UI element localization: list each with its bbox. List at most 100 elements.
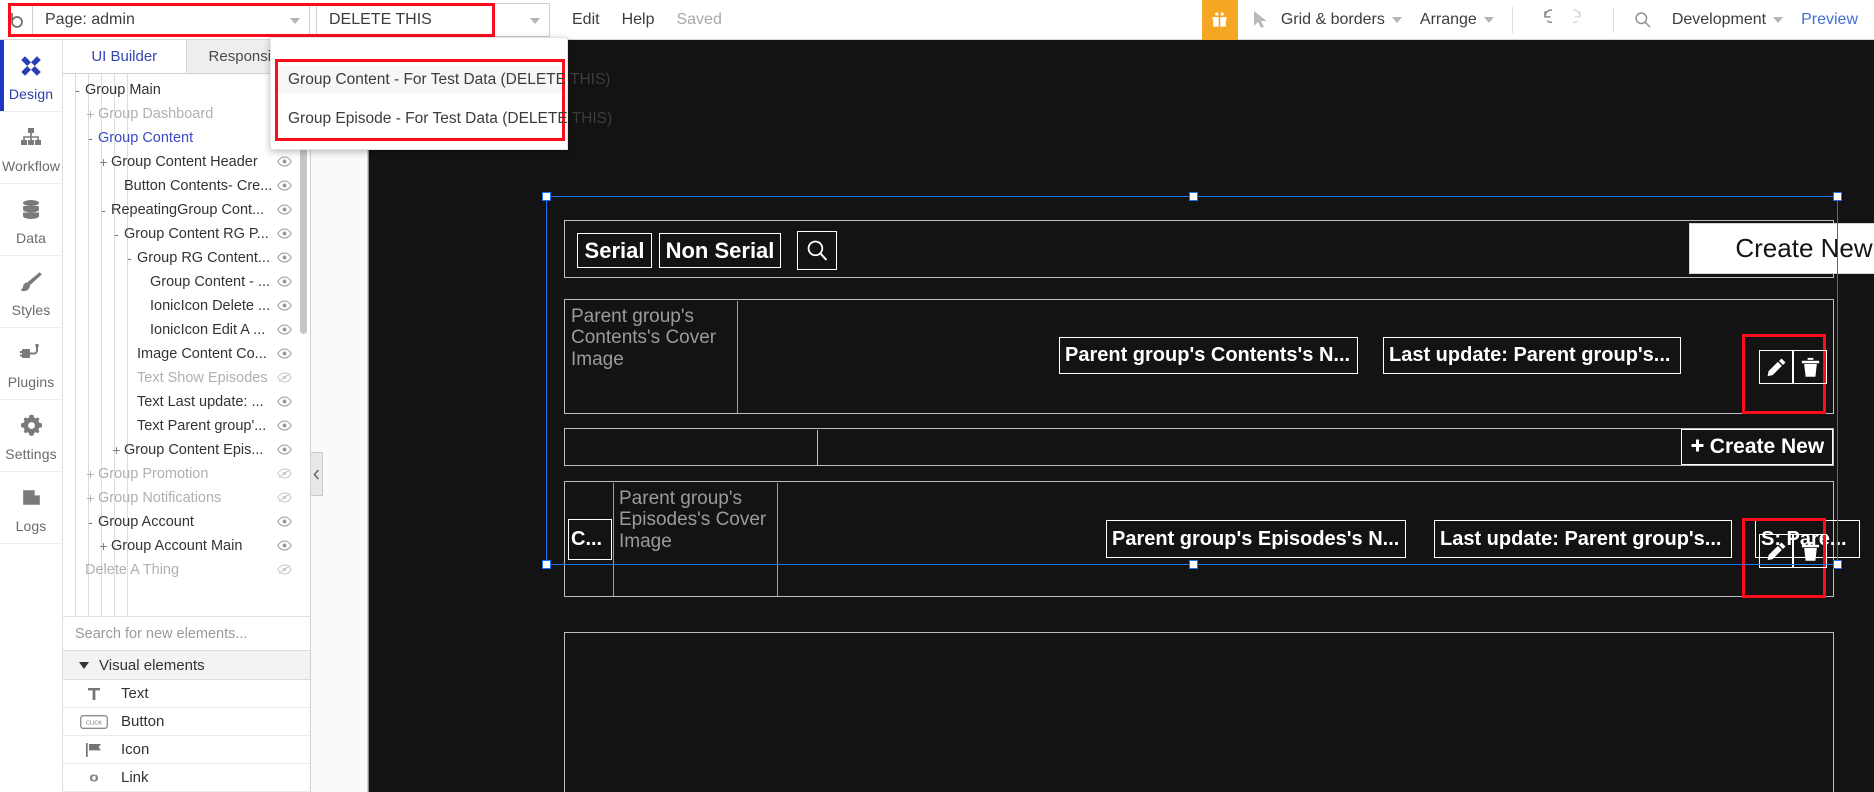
resize-handle-bottom-right[interactable] [1833,560,1842,569]
trash-icon[interactable] [1793,350,1827,384]
non-serial-button[interactable]: Non Serial [659,233,781,268]
eye-off-icon[interactable] [277,371,292,385]
menu-help[interactable]: Help [622,11,655,29]
tab-ui-builder[interactable]: UI Builder [63,40,187,73]
undo-icon[interactable] [1529,7,1555,33]
expand-icon[interactable]: + [97,539,110,553]
create-new-button[interactable]: Create New [1689,223,1874,274]
gift-icon[interactable] [1201,0,1238,40]
expand-icon[interactable]: + [84,107,97,121]
trash-icon[interactable] [1793,534,1827,568]
eye-off-icon[interactable] [277,491,292,505]
tree-node[interactable]: Group Content - ... [63,270,310,294]
sidebar-item-plugins[interactable]: Plugins [0,328,62,400]
content-last-update-text[interactable]: Last update: Parent group's... [1383,337,1681,374]
sidebar-item-styles[interactable]: Styles [0,256,62,328]
visual-elements-header[interactable]: Visual elements [63,650,310,680]
popup-item-group-episode[interactable]: Group Episode - For Test Data (DELETE TH… [278,105,612,132]
design-canvas[interactable]: Serial Non Serial Create New Parent grou… [311,40,1874,792]
tree-node[interactable]: Text Show Episodes [63,366,310,390]
repeating-group-contents-row[interactable]: Parent group's Contents's Cover Image Pa… [564,299,1834,414]
arrow-cursor-icon[interactable] [1252,10,1269,29]
expand-icon[interactable]: + [84,467,97,481]
episode-name-text[interactable]: Parent group's Episodes's N... [1106,520,1406,558]
group-below-content[interactable] [564,632,1834,792]
eye-icon[interactable] [277,515,292,529]
eye-icon[interactable] [277,299,292,313]
eye-icon[interactable] [277,419,292,433]
tree-node[interactable]: IonicIcon Delete ... [63,294,310,318]
pencil-icon[interactable] [1759,534,1793,568]
element-tree-list[interactable]: - Group Main + Group Dashboard - Group Conten… [63,74,310,616]
palette-item-button[interactable]: CLICK Button [63,708,310,736]
tree-node[interactable]: + Group Content Epis... [63,438,310,462]
tree-node[interactable]: + Group Promotion [63,462,310,486]
tree-node[interactable]: Image Content Co... [63,342,310,366]
panel-collapse-handle[interactable] [311,452,323,496]
sidebar-item-data[interactable]: Data [0,184,62,256]
eye-icon[interactable] [277,395,292,409]
palette-item-link[interactable]: Link [63,764,310,792]
resize-handle-top-left[interactable] [542,192,551,201]
eye-icon[interactable] [277,251,292,265]
eye-icon[interactable] [277,539,292,553]
sidebar-item-workflow[interactable]: Workflow [0,112,62,184]
element-suggestion-popup[interactable]: Group Content - For Test Data (DELETE TH… [270,37,612,150]
tree-node[interactable]: - Group Content RG P... [63,222,310,246]
collapse-icon[interactable]: - [84,131,97,145]
collapse-icon[interactable]: - [123,251,136,265]
tree-node[interactable]: Delete A Thing [63,558,310,582]
eye-icon[interactable] [277,227,292,241]
menu-edit[interactable]: Edit [572,11,600,29]
episodes-create-new-button[interactable]: Create New [1681,429,1833,465]
element-select[interactable]: DELETE THIS [316,2,550,37]
tree-node[interactable]: + Group Account Main [63,534,310,558]
eye-off-icon[interactable] [277,467,292,481]
eye-icon[interactable] [277,179,292,193]
sidebar-item-settings[interactable]: Settings [0,400,62,472]
expand-icon[interactable]: + [84,491,97,505]
tree-node[interactable]: Text Parent group'... [63,414,310,438]
eye-icon[interactable] [277,323,292,337]
bubble-logo-icon[interactable] [0,0,32,40]
tree-node[interactable]: - Group Account [63,510,310,534]
version-menu[interactable]: Development [1672,11,1784,29]
expand-icon[interactable]: + [110,443,123,457]
collapse-icon[interactable]: - [71,83,84,97]
content-name-text[interactable]: Parent group's Contents's N... [1059,337,1358,374]
expand-icon[interactable]: + [97,155,110,169]
tree-node[interactable]: - Group RG Content... [63,246,310,270]
search-icon[interactable] [1630,7,1656,33]
resize-handle-bottom-left[interactable] [542,560,551,569]
resize-handle-top-right[interactable] [1833,192,1842,201]
eye-icon[interactable] [277,203,292,217]
tree-node[interactable]: - RepeatingGroup Cont... [63,198,310,222]
serial-button[interactable]: Serial [577,233,652,268]
pencil-icon[interactable] [1759,350,1793,384]
repeating-group-episodes-row[interactable]: C... Parent group's Episodes's Cover Ima… [564,481,1860,598]
search-icon[interactable] [797,231,837,270]
episode-last-update-text[interactable]: Last update: Parent group's... [1434,520,1732,558]
popup-item-group-content[interactable]: Group Content - For Test Data (DELETE TH… [278,66,610,93]
episode-c-badge[interactable]: C... [568,519,612,560]
eye-icon[interactable] [277,155,292,169]
grid-borders-menu[interactable]: Grid & borders [1281,11,1402,29]
sidebar-item-logs[interactable]: Logs [0,472,62,544]
new-elements-search[interactable]: Search for new elements... [63,616,310,650]
tree-node[interactable]: Button Contents- Cre... [63,174,310,198]
eye-icon[interactable] [277,347,292,361]
tree-node[interactable]: IonicIcon Edit A ... [63,318,310,342]
palette-item-text[interactable]: Text [63,680,310,708]
preview-button[interactable]: Preview [1801,11,1858,29]
sidebar-item-design[interactable]: Design [0,40,62,112]
tree-node[interactable]: + Group Content Header [63,150,310,174]
episodes-header-strip[interactable]: Create New [564,428,1834,466]
resize-handle-top-center[interactable] [1189,192,1198,201]
tree-node[interactable]: + Group Notifications [63,486,310,510]
group-content-header[interactable]: Serial Non Serial [564,220,1834,278]
page-select[interactable]: Page: admin [32,2,310,37]
palette-item-icon[interactable]: Icon [63,736,310,764]
tree-node[interactable]: Text Last update: ... [63,390,310,414]
eye-off-icon[interactable] [277,563,292,577]
collapse-icon[interactable]: - [84,515,97,529]
